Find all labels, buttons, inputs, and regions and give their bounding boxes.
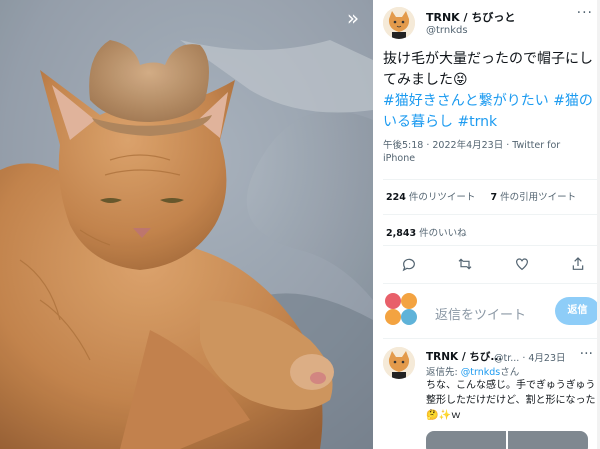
cat-avatar-icon [383, 347, 415, 379]
retweets-label: 件のリツイート [405, 192, 476, 203]
retweets-count: 224 [386, 192, 406, 203]
reply-text: ちな、こんな感じ。手でぎゅうぎゅう整形しただけだけど、割と形になった🤔✨ｗ [426, 380, 596, 421]
quotes-label: 件の引用ツイート [497, 192, 577, 203]
divider [383, 245, 600, 246]
reply-to-handle[interactable]: @trnkds [461, 367, 500, 378]
likes-count: 2,843 [386, 228, 417, 239]
divider [383, 283, 600, 284]
reply-media[interactable] [426, 431, 588, 449]
reply-author-avatar[interactable] [383, 347, 415, 379]
divider [383, 338, 600, 339]
more-options-icon[interactable]: ··· [580, 346, 593, 362]
divider [383, 179, 600, 180]
like-stats[interactable]: 2,843 件のいいね [386, 225, 467, 239]
reply-author-name[interactable]: TRNK / ちび... [426, 349, 502, 364]
reply-input[interactable]: 返信をツイート [435, 304, 526, 323]
divider [383, 214, 600, 215]
hashtag-link[interactable]: #trnk [457, 114, 497, 130]
tweet-header: TRNK / ちびっと @trnkds ··· [383, 5, 593, 41]
like-icon[interactable] [514, 256, 530, 272]
tweet-text: 抜け毛が大量だったので帽子にしてみました😝 #猫好きさんと繋がりたい #猫のいる… [383, 49, 595, 133]
tweet-sidebar: TRNK / ちびっと @trnkds ··· 抜け毛が大量だったので帽子にして… [373, 0, 600, 449]
share-icon[interactable] [570, 256, 586, 272]
cat-avatar-icon [383, 7, 415, 39]
tweet-actions [401, 256, 586, 274]
hashtag-link[interactable]: #猫好きさんと繋がりたい [383, 93, 549, 109]
cat-photo [0, 0, 373, 449]
tweet-body: 抜け毛が大量だったので帽子にしてみました😝 [383, 51, 593, 88]
reply-composer: 返信をツイート 返信 [383, 291, 600, 331]
viewer-avatar[interactable] [383, 291, 419, 327]
reply-button[interactable]: 返信 [555, 297, 600, 325]
more-options-icon[interactable]: ··· [577, 5, 593, 21]
retweet-icon[interactable] [457, 256, 473, 272]
reply-to-suffix: さん [500, 367, 520, 378]
media-viewer: » [0, 0, 373, 449]
reply-to-prefix: 返信先: [426, 367, 461, 378]
reply-handle-date[interactable]: @tr... · 4月23日 [494, 350, 566, 364]
reply-to: 返信先: @trnkdsさん [426, 364, 519, 378]
reply-icon[interactable] [401, 256, 417, 272]
likes-label: 件のいいね [416, 228, 467, 239]
author-handle[interactable]: @trnkds [426, 25, 468, 36]
author-avatar[interactable] [383, 7, 415, 39]
double-chevron-right-icon[interactable]: » [340, 7, 366, 31]
tweet-timestamp[interactable]: 午後5:18 · 2022年4月23日 · Twitter for iPhone [383, 139, 595, 165]
retweet-stats[interactable]: 224 件のリツイート 7 件の引用ツイート [386, 189, 576, 203]
author-name[interactable]: TRNK / ちびっと [426, 9, 515, 25]
